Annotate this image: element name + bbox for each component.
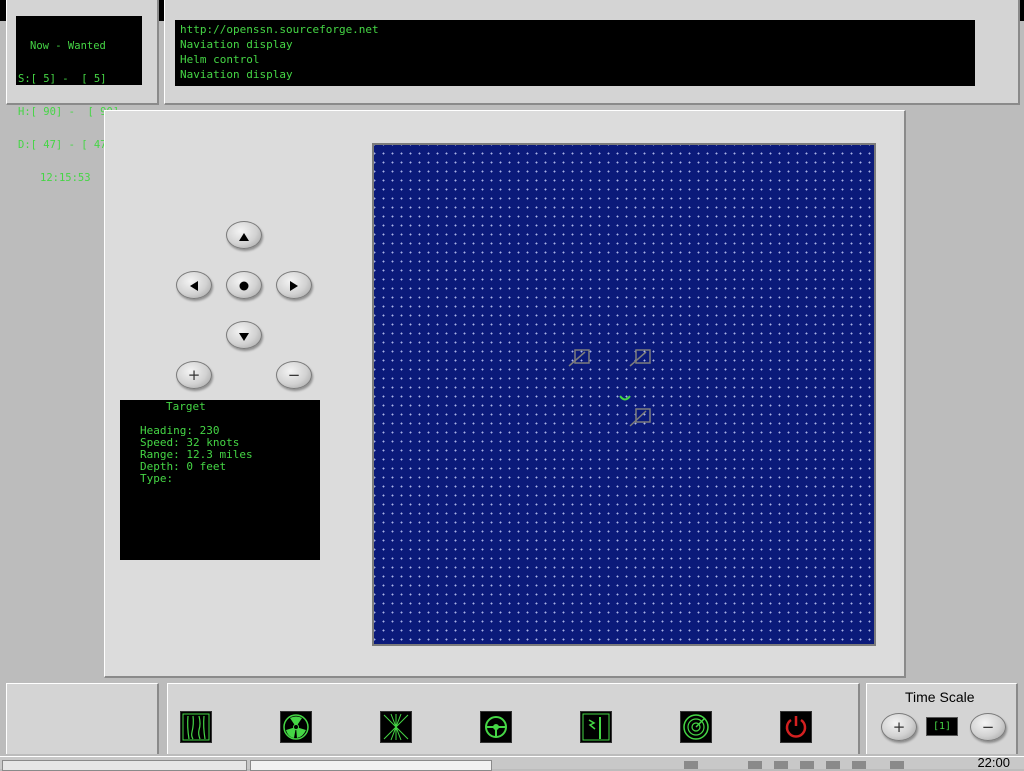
taskbar-item[interactable] (2, 760, 247, 771)
message-line: Naviation display (180, 68, 293, 81)
spread-lines-icon (381, 712, 411, 742)
contact-marker[interactable] (629, 349, 651, 367)
radar-scope-icon (681, 712, 711, 742)
target-title: Target (166, 400, 206, 413)
os-taskbar: 22:00 (0, 755, 1024, 771)
helm-wheel-icon (481, 712, 511, 742)
target-type: Type: (140, 472, 174, 485)
pan-right-button[interactable] (276, 271, 312, 299)
time-scale-value: [1] (926, 717, 958, 736)
target-info-panel: Target Heading: 230 Speed: 32 knots Rang… (120, 400, 320, 560)
message-line: Helm control (180, 53, 260, 66)
message-log: http://openssn.sourceforge.net Naviation… (175, 20, 975, 86)
minus-icon: − (981, 717, 995, 736)
triangle-up-icon (239, 226, 249, 245)
bottom-left-panel (6, 683, 159, 754)
minus-icon: − (287, 365, 301, 384)
map-overlay (568, 349, 651, 427)
navigation-map[interactable] (372, 143, 876, 646)
power-icon (781, 712, 811, 742)
pan-left-button[interactable] (176, 271, 212, 299)
plus-icon: + (892, 717, 906, 736)
time-scale-panel: Time Scale + [1] − (866, 683, 1018, 754)
message-line: Naviation display (180, 38, 293, 51)
triangle-right-icon (290, 276, 298, 295)
center-dot-icon (239, 276, 249, 295)
zoom-out-button[interactable]: − (276, 361, 312, 389)
spread-display-button[interactable] (380, 711, 412, 743)
center-button[interactable] (226, 271, 262, 299)
pan-down-button[interactable] (226, 321, 262, 349)
radar-button[interactable] (680, 711, 712, 743)
plus-icon: + (187, 365, 201, 384)
station-toolbar (167, 683, 860, 754)
helm-button[interactable] (480, 711, 512, 743)
signal-mast-icon (581, 712, 611, 742)
triangle-left-icon (190, 276, 198, 295)
status-display: Now - Wanted S:[ 5] - [ 5] H:[ 90] - [ 9… (16, 16, 142, 184)
time-scale-title: Time Scale (905, 689, 975, 705)
triangle-down-icon (239, 326, 249, 345)
pan-up-button[interactable] (226, 221, 262, 249)
contact-marker[interactable] (629, 408, 651, 427)
contact-marker[interactable] (568, 349, 590, 367)
own-ship-icon (619, 395, 631, 401)
communications-button[interactable] (580, 711, 612, 743)
status-speed: S:[ 5] - [ 5] (18, 73, 107, 85)
message-line: http://openssn.sourceforge.net (180, 23, 379, 36)
taskbar-item-active[interactable] (250, 760, 492, 771)
time-scale-decrease-button[interactable]: − (970, 713, 1006, 741)
time-scale-increase-button[interactable]: + (881, 713, 917, 741)
status-header: Now - Wanted (30, 40, 106, 52)
quit-button[interactable] (780, 711, 812, 743)
propulsion-button[interactable] (280, 711, 312, 743)
sonar-waterfall-icon (181, 712, 211, 742)
zoom-in-button[interactable]: + (176, 361, 212, 389)
fan-propeller-icon (281, 712, 311, 742)
sonar-waterfall-button[interactable] (180, 711, 212, 743)
